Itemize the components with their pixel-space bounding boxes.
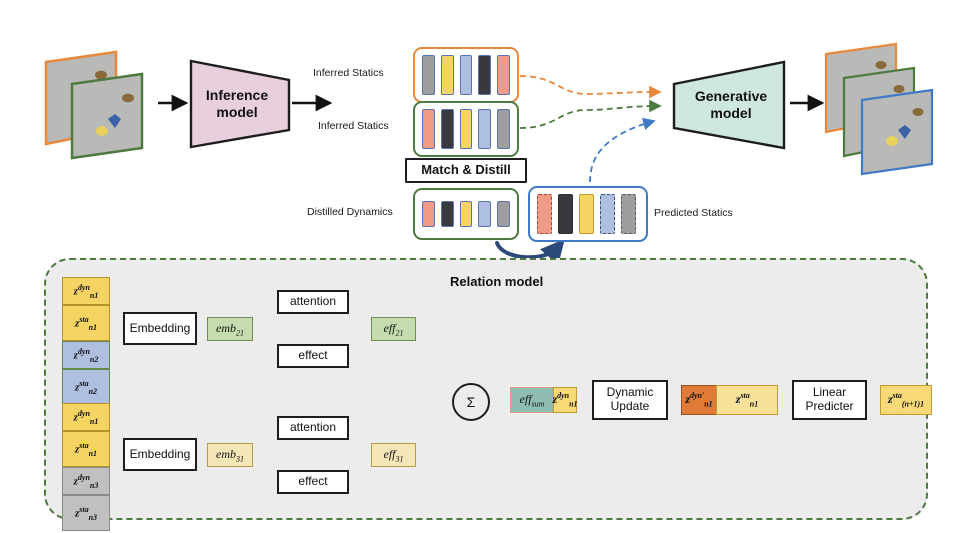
- latent-bar: [579, 194, 594, 234]
- inference-model-label-line2: model: [216, 104, 258, 120]
- eff-sum-box: effsum: [510, 387, 554, 413]
- effect-box-top[interactable]: effect: [277, 344, 349, 368]
- embedding-box-bottom[interactable]: Embedding: [123, 438, 197, 471]
- z-stack-pair-n1-n3: zdynn1 zstan1 zdynn3 zstan3: [62, 403, 110, 531]
- effect-label: effect: [298, 348, 328, 363]
- attention-label: attention: [289, 294, 337, 309]
- attention-label: attention: [289, 420, 337, 435]
- relation-model-title: Relation model: [450, 274, 544, 289]
- eff-21-box: eff21: [371, 317, 416, 341]
- latent-bar: [459, 109, 473, 149]
- dynamic-update-line2: Update: [610, 399, 650, 413]
- z-cell-sta-n3: zstan3: [62, 495, 110, 531]
- latent-bar: [558, 194, 573, 234]
- linear-predicter-line1: Linear: [812, 385, 847, 400]
- effect-box-bottom[interactable]: effect: [277, 470, 349, 494]
- latent-bar: [478, 201, 492, 227]
- z-cell-text: zstan1: [74, 440, 98, 458]
- z-cell-sta-n1: zstan1: [62, 431, 110, 467]
- generative-model-label-line2: model: [710, 105, 752, 121]
- dynamic-update-box[interactable]: Dynamic Update: [592, 380, 668, 420]
- z-sta-next-box: zsta(n+1)1: [880, 385, 932, 415]
- z-cell-text: zstan1: [74, 314, 98, 332]
- z-cell-dyn-n1: zdynn1: [62, 403, 110, 431]
- emb-21-text: emb21: [216, 320, 244, 338]
- emb-31-text: emb31: [216, 446, 244, 464]
- latent-bar: [459, 201, 473, 227]
- eff-21-text: eff21: [383, 320, 404, 338]
- emb-21-box: emb21: [207, 317, 253, 341]
- z-cell-text: zdynn2: [73, 346, 99, 364]
- z-cell-dyn-n1: zdynn1: [62, 277, 110, 305]
- latent-bar: [600, 194, 615, 234]
- latent-bar: [422, 201, 435, 227]
- effect-label: effect: [298, 474, 328, 489]
- latent-bar: [621, 194, 636, 234]
- latent-bar: [459, 55, 473, 95]
- latent-bar: [537, 194, 552, 234]
- z-sta-n1-text: zstan1: [735, 391, 759, 409]
- label-inferred-statics-1: Inferred Statics: [313, 67, 384, 79]
- emb-31-box: emb31: [207, 443, 253, 467]
- latent-bar: [497, 201, 510, 227]
- generative-model-block[interactable]: Generative model: [662, 58, 790, 152]
- inferred-statics-group-2[interactable]: [413, 101, 519, 157]
- z-dyn-n1-box: zdynn1: [552, 387, 578, 413]
- z-cell-text: zstan2: [74, 378, 98, 396]
- z-cell-sta-n1: zstan1: [62, 305, 110, 341]
- label-inferred-statics-2: Inferred Statics: [318, 120, 389, 132]
- dynamic-update-line1: Dynamic: [606, 385, 654, 400]
- latent-bar: [478, 55, 492, 95]
- z-dyn-prime-n1-box: zdyn′n1: [681, 385, 717, 415]
- input-scene-stack: [38, 44, 158, 162]
- inference-model-block[interactable]: Inference model: [188, 58, 292, 150]
- z-dyn-prime-n1-text: zdyn′n1: [685, 391, 713, 409]
- z-cell-dyn-n2: zdynn2: [62, 341, 110, 369]
- output-scene-stack: [818, 40, 958, 176]
- latent-bar: [440, 109, 454, 149]
- inferred-statics-group-1[interactable]: [413, 47, 519, 103]
- attention-box-top[interactable]: attention: [277, 290, 349, 314]
- z-dyn-n1-text: zdynn1: [552, 391, 578, 409]
- label-distilled-dynamics: Distilled Dynamics: [307, 206, 393, 218]
- z-cell-text: zdynn1: [73, 408, 99, 426]
- predicted-statics-group[interactable]: [528, 186, 648, 242]
- diagram-root: Inference model Inferred Statics Inferre…: [0, 0, 963, 533]
- latent-bar: [440, 201, 454, 227]
- distilled-dynamics-group[interactable]: [413, 188, 519, 240]
- z-cell-sta-n2: zstan2: [62, 369, 110, 405]
- embedding-label: Embedding: [129, 446, 191, 461]
- eff-sum-text: effsum: [519, 391, 545, 409]
- z-cell-text: zstan3: [74, 504, 98, 522]
- latent-bar: [497, 109, 510, 149]
- eff-31-text: eff31: [383, 446, 404, 464]
- match-and-distill-label: Match & Distill: [421, 162, 511, 178]
- inference-model-label-line1: Inference: [205, 87, 269, 104]
- latent-bar: [422, 109, 435, 149]
- match-and-distill-box[interactable]: Match & Distill: [405, 158, 527, 183]
- z-sta-n1-box: zstan1: [716, 385, 778, 415]
- z-cell-text: zdynn3: [73, 472, 99, 490]
- linear-predicter-box[interactable]: Linear Predicter: [792, 380, 867, 420]
- z-sta-next-text: zsta(n+1)1: [887, 391, 925, 409]
- z-cell-dyn-n3: zdynn3: [62, 467, 110, 495]
- embedding-box-top[interactable]: Embedding: [123, 312, 197, 345]
- label-predicted-statics: Predicted Statics: [654, 207, 733, 219]
- latent-bar: [422, 55, 435, 95]
- generative-model-label-line1: Generative: [694, 88, 768, 105]
- summation-node: Σ: [452, 383, 490, 421]
- z-stack-pair-n1-n2: zdynn1 zstan1 zdynn2 zstan2: [62, 277, 110, 405]
- latent-bar: [440, 55, 454, 95]
- latent-bar: [497, 55, 510, 95]
- attention-box-bottom[interactable]: attention: [277, 416, 349, 440]
- z-cell-text: zdynn1: [73, 282, 99, 300]
- sum-symbol: Σ: [466, 394, 476, 410]
- linear-predicter-line2: Predicter: [805, 399, 854, 413]
- latent-bar: [478, 109, 492, 149]
- eff-31-box: eff31: [371, 443, 416, 467]
- embedding-label: Embedding: [129, 320, 191, 335]
